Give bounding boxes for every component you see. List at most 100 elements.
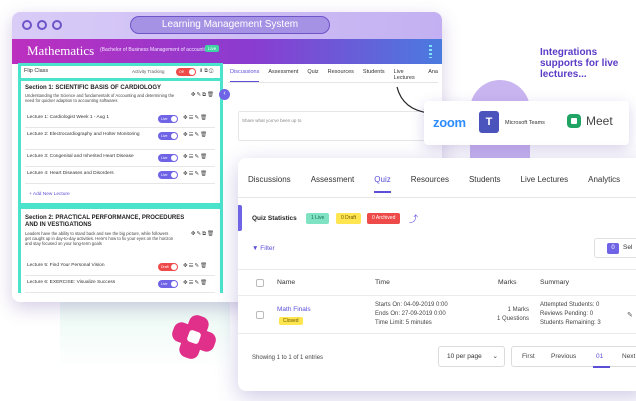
tab-resources[interactable]: Resources xyxy=(328,66,354,82)
chevron-down-icon: ⌄ xyxy=(492,353,498,360)
select-button[interactable]: 0 Sel xyxy=(594,238,636,258)
reviews-pending: Reviews Pending: 0 xyxy=(540,311,594,317)
toggle-label: Live xyxy=(161,117,168,121)
accent-bar xyxy=(238,205,242,231)
lecture-actions[interactable]: ✥☰✎🗑 xyxy=(183,115,208,121)
lecture-item[interactable]: Lecture 5: Find Your Personal Vision Dra… xyxy=(25,259,215,276)
lecture-item[interactable]: Lecture 4: Heart Diseases and Disorders … xyxy=(25,167,215,184)
lecture-title: Lecture 6: EXERCISE: Visualize Success xyxy=(27,280,116,285)
lecture-item[interactable]: Lecture 2: Electrocardiography and Holte… xyxy=(25,128,215,150)
meet-label: Meet xyxy=(586,114,613,128)
toggle-knob xyxy=(171,172,177,178)
course-tabs: Discussions Assessment Quiz Resources St… xyxy=(228,66,438,82)
lecture-title: Lecture 4: Heart Diseases and Disorders xyxy=(27,171,114,176)
tab-resources[interactable]: Resources xyxy=(411,175,449,193)
course-subtitle: (Bachelor of Business Management of acco… xyxy=(100,47,213,53)
lecture-actions[interactable]: ✥☰✎🗑 xyxy=(183,154,208,160)
toggle-label: Off xyxy=(179,70,184,74)
quiz-statistics-label: Quiz Statistics xyxy=(252,215,297,222)
activity-tracking-toggle[interactable]: Off xyxy=(176,68,196,76)
select-all-checkbox[interactable] xyxy=(256,279,264,287)
tab-discussions[interactable]: Discussions xyxy=(230,66,260,82)
brand-plus-logo xyxy=(170,313,218,361)
lecture-item[interactable]: Lecture 3: Congenital and Inherited Hear… xyxy=(25,150,215,167)
first-page-button[interactable]: First xyxy=(522,353,535,360)
lecture-item[interactable]: Lecture 1: Cardiologist Week 1 - Aug 1 L… xyxy=(25,111,215,128)
lecture-actions[interactable]: ✥☰✎🗑 xyxy=(183,280,208,286)
lecture-status-toggle[interactable]: Live xyxy=(158,280,178,288)
add-lecture-button[interactable]: + Add New Lecture xyxy=(29,192,70,197)
trend-chart-icon[interactable]: ⤴ xyxy=(409,212,418,225)
discussion-placeholder: Share what you've been up to xyxy=(242,118,302,123)
time-limit: Time Limit: 5 minutes xyxy=(375,320,432,326)
questions-value: 1 Questions xyxy=(496,316,529,322)
table-row[interactable]: Math Finals Closed Starts On: 04-09-2019… xyxy=(238,296,636,334)
quiz-marks: 1 Marks 1 Questions xyxy=(488,306,529,324)
tab-students[interactable]: Students xyxy=(469,175,501,193)
toggle-knob xyxy=(171,155,177,161)
tab-analytics[interactable]: Analytics xyxy=(588,175,620,193)
quiz-name-link[interactable]: Math Finals xyxy=(277,306,311,313)
lecture-actions[interactable]: ✥☰✎🗑 xyxy=(183,132,208,138)
filter-button[interactable]: ▼ Filter xyxy=(252,245,275,252)
course-header: Mathematics (Bachelor of Business Manage… xyxy=(12,39,442,64)
lecture-status-toggle[interactable]: Live xyxy=(158,115,178,123)
panel-header: Flip Class Activity Tracking Off ⬇⧉ⓘ xyxy=(21,66,220,78)
tab-discussions[interactable]: Discussions xyxy=(248,175,291,193)
tab-students[interactable]: Students xyxy=(363,66,385,82)
divider xyxy=(228,82,438,83)
per-page-select[interactable]: 10 per page ⌄ xyxy=(438,346,505,367)
next-page-button[interactable]: Next xyxy=(622,353,635,360)
logo-hole xyxy=(186,329,202,345)
previous-page-button[interactable]: Previous xyxy=(551,353,576,360)
meet-logo-icon xyxy=(567,114,581,128)
current-page-button[interactable]: 01 xyxy=(596,353,603,360)
draft-count-badge[interactable]: 0 Draft xyxy=(336,213,362,224)
current-page-indicator xyxy=(593,366,610,368)
tab-assessment[interactable]: Assessment xyxy=(311,175,355,193)
integrations-card: zoom T Microsoft Teams Meet xyxy=(424,101,629,145)
column-name[interactable]: Name xyxy=(277,279,295,286)
course-sections-panel: Flip Class Activity Tracking Off ⬇⧉ⓘ Sec… xyxy=(18,63,223,293)
lecture-item[interactable]: Lecture 6: EXERCISE: Visualize Success L… xyxy=(25,276,215,293)
delete-icon[interactable]: 🗑 xyxy=(207,92,215,98)
tab-assessment[interactable]: Assessment xyxy=(268,66,298,82)
tab-live-lectures[interactable]: Live Lectures xyxy=(394,66,420,82)
window-title: Learning Management System xyxy=(130,16,330,34)
toggle-knob xyxy=(171,116,177,122)
edit-icon[interactable]: ✎ xyxy=(627,311,633,319)
tab-quiz[interactable]: Quiz xyxy=(307,66,318,82)
close-window-button[interactable] xyxy=(22,20,32,30)
end-time: Ends On: 27-09-2019 0:00 xyxy=(375,311,446,317)
section-description: Understanding the Science and fundamenta… xyxy=(25,93,175,103)
maximize-window-button[interactable] xyxy=(52,20,62,30)
lecture-status-toggle[interactable]: Draft xyxy=(158,263,178,271)
lecture-status-toggle[interactable]: Live xyxy=(158,171,178,179)
row-checkbox[interactable] xyxy=(256,311,264,319)
activity-tracking-label: Activity Tracking xyxy=(132,69,165,74)
column-summary[interactable]: Summary xyxy=(540,279,569,286)
section-title: Section 2: PRACTICAL PERFORMANCE, PROCED… xyxy=(25,215,185,228)
collapse-panel-button[interactable]: ‹ xyxy=(219,89,230,100)
grip-icon xyxy=(429,45,432,58)
lecture-actions[interactable]: ✥☰✎🗑 xyxy=(183,171,208,177)
lecture-actions[interactable]: ✥☰✎🗑 xyxy=(183,263,208,269)
quiz-time: Starts On: 04-09-2019 0:00 Ends On: 27-0… xyxy=(375,301,448,328)
lecture-status-toggle[interactable]: Live xyxy=(158,154,178,162)
toggle-label: Live xyxy=(161,134,168,138)
tab-quiz[interactable]: Quiz xyxy=(374,175,391,193)
archived-count-badge[interactable]: 0 Archived xyxy=(367,213,401,224)
panel-title: Flip Class xyxy=(24,68,49,74)
quiz-panel: Discussions Assessment Quiz Resources St… xyxy=(238,158,636,391)
lecture-status-toggle[interactable]: Live xyxy=(158,132,178,140)
tab-live-lectures[interactable]: Live Lectures xyxy=(521,175,569,193)
column-time[interactable]: Time xyxy=(375,279,390,286)
window-controls xyxy=(22,20,62,30)
live-count-badge[interactable]: 1 Live xyxy=(306,213,330,224)
info-icon[interactable]: ⓘ xyxy=(209,68,215,74)
column-marks[interactable]: Marks xyxy=(498,279,517,286)
minimize-window-button[interactable] xyxy=(37,20,47,30)
toggle-knob xyxy=(171,264,177,270)
tab-analytics[interactable]: Ana xyxy=(428,66,438,82)
delete-icon[interactable]: 🗑 xyxy=(207,231,215,237)
